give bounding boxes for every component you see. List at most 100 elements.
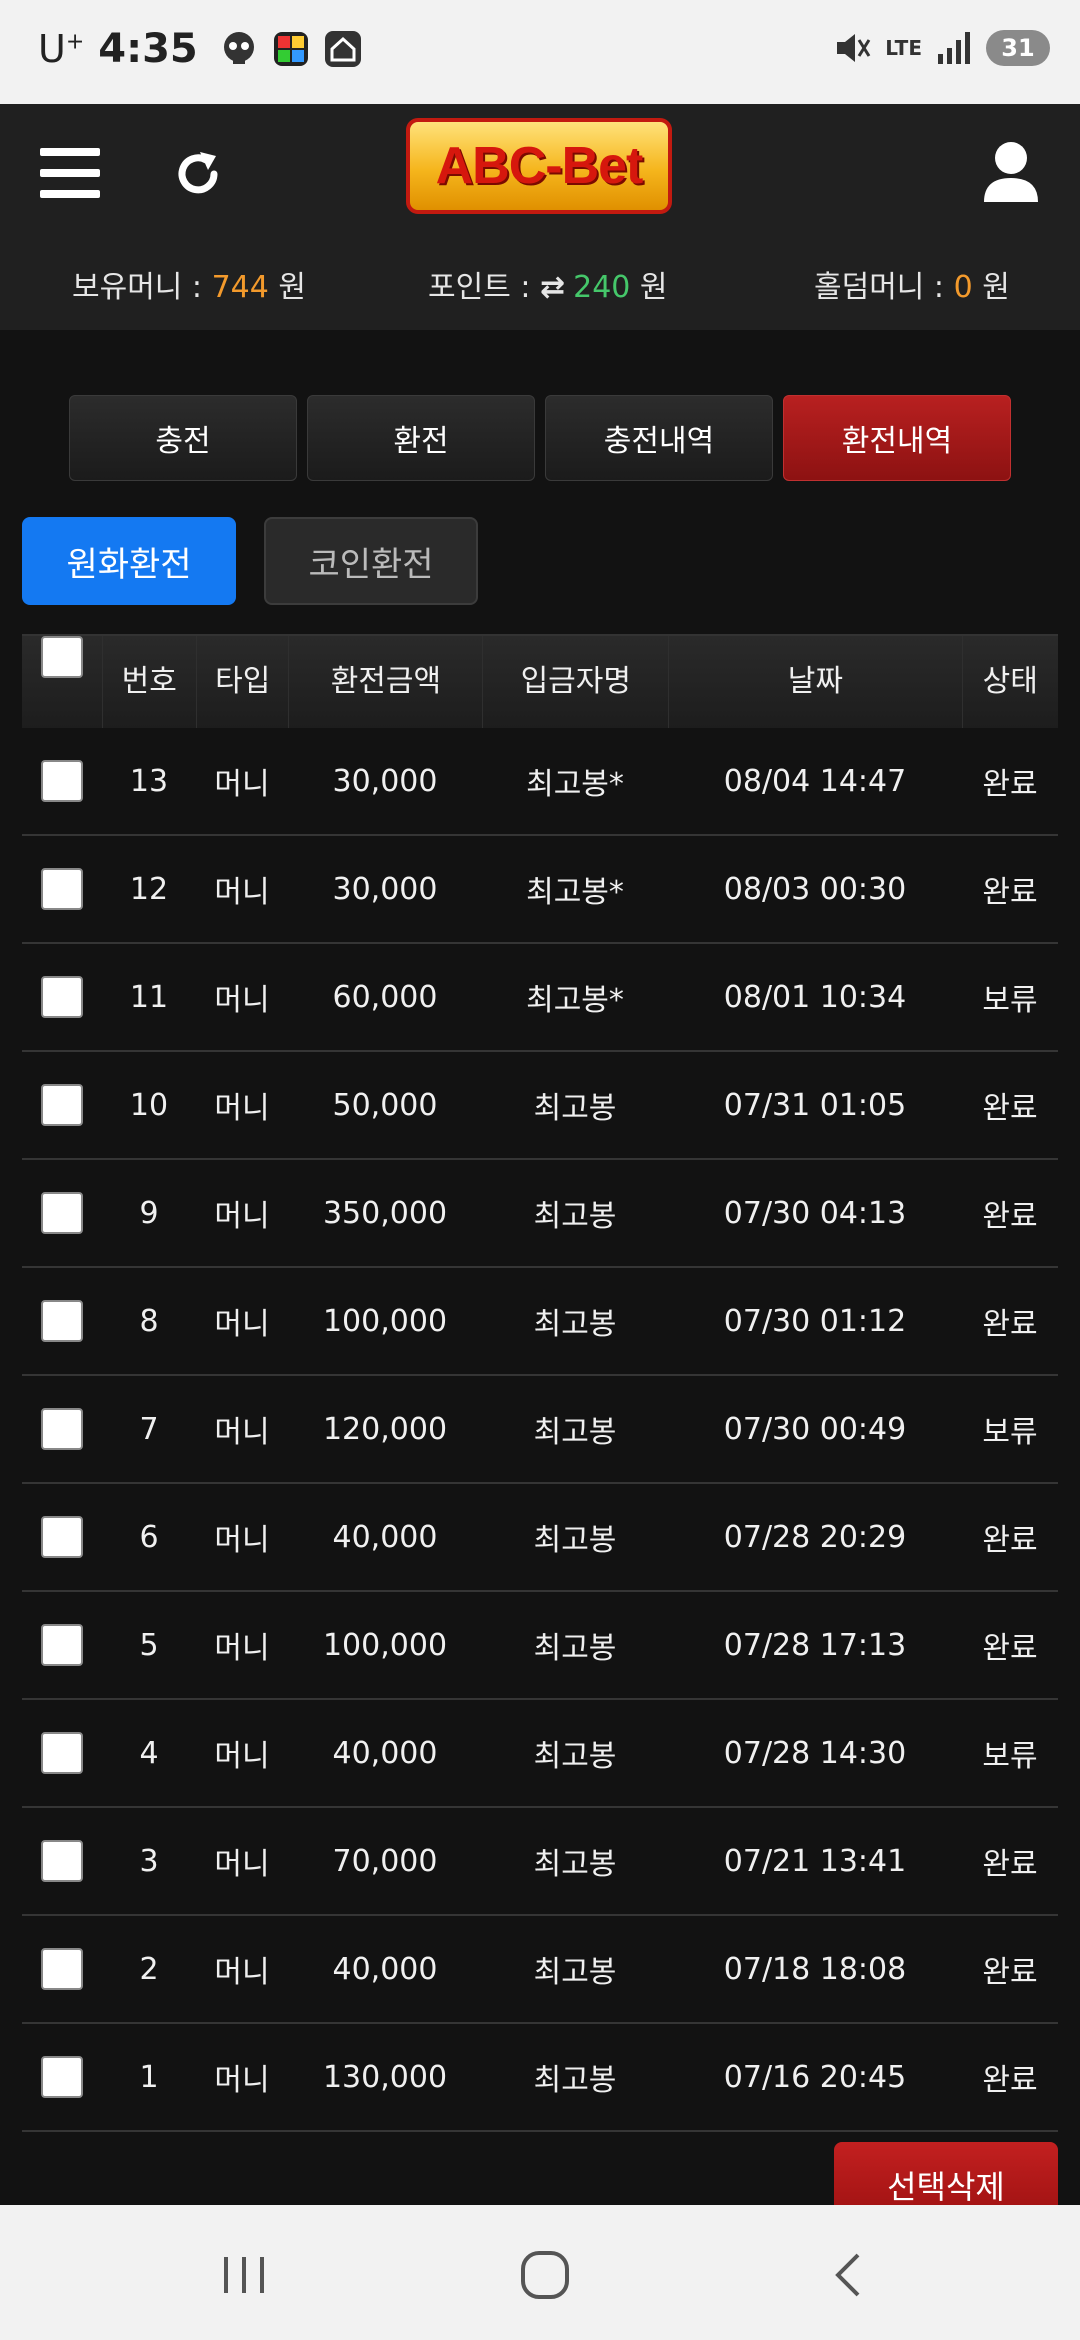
row-checkbox[interactable] [41, 1408, 83, 1450]
row-date: 08/04 14:47 [723, 763, 907, 799]
tab-withdraw[interactable]: 환전 [307, 395, 535, 481]
row-depositor: 최고봉 [533, 1307, 617, 1342]
row-status: 완료 [982, 875, 1038, 910]
row-status: 보류 [982, 1415, 1038, 1450]
row-checkbox[interactable] [41, 1732, 83, 1774]
row-amount: 100,000 [322, 1627, 448, 1663]
row-checkbox[interactable] [41, 760, 83, 802]
holdem-balance: 홀덤머니 : 0 원 [814, 270, 1010, 305]
select-all-cell [22, 636, 103, 728]
table-row: 8 머니 100,000 최고봉 07/30 01:12 완료 [22, 1268, 1058, 1376]
row-type: 머니 [214, 875, 270, 910]
brand-logo[interactable]: ABC-Bet [406, 118, 672, 214]
row-date: 07/18 18:08 [723, 1951, 907, 1987]
row-amount: 40,000 [332, 1519, 438, 1555]
row-select-cell [22, 976, 102, 1018]
row-status: 완료 [982, 1523, 1038, 1558]
row-checkbox[interactable] [41, 1084, 83, 1126]
row-checkbox[interactable] [41, 1840, 83, 1882]
row-status: 완료 [982, 1847, 1038, 1882]
user-icon[interactable] [982, 140, 1040, 204]
signal-icon [938, 32, 970, 64]
row-status: 완료 [982, 2063, 1038, 2098]
row-number: 1 [139, 2059, 159, 2095]
tab-withdraw-history[interactable]: 환전내역 [783, 395, 1011, 481]
row-type: 머니 [214, 767, 270, 802]
tab-deposit-history[interactable]: 충전내역 [545, 395, 773, 481]
table-row: 12 머니 30,000 최고봉* 08/03 00:30 완료 [22, 836, 1058, 944]
row-depositor: 최고봉 [533, 1955, 617, 1990]
row-date: 07/28 20:29 [723, 1519, 907, 1555]
balance-bar: 보유머니 : 744 원 포인트 : ⇄ 240 원 홀덤머니 : 0 원 [0, 262, 1080, 312]
row-date: 07/28 17:13 [723, 1627, 907, 1663]
back-icon[interactable] [820, 2245, 880, 2305]
row-status: 완료 [982, 1307, 1038, 1342]
row-date: 07/30 01:12 [723, 1303, 907, 1339]
skull-notification-icon [223, 32, 254, 64]
row-number: 11 [129, 979, 169, 1015]
row-amount: 120,000 [322, 1411, 448, 1447]
row-number: 7 [139, 1411, 159, 1447]
row-type: 머니 [214, 1955, 270, 1990]
row-checkbox[interactable] [41, 868, 83, 910]
column-header: 환전금액 [289, 636, 484, 728]
table-row: 4 머니 40,000 최고봉 07/28 14:30 보류 [22, 1700, 1058, 1808]
table-row: 13 머니 30,000 최고봉* 08/04 14:47 완료 [22, 728, 1058, 836]
recent-apps-icon[interactable] [214, 2245, 274, 2305]
row-amount: 30,000 [332, 871, 438, 907]
row-amount: 50,000 [332, 1087, 438, 1123]
table-row: 6 머니 40,000 최고봉 07/28 20:29 완료 [22, 1484, 1058, 1592]
row-checkbox[interactable] [41, 1300, 83, 1342]
hamburger-icon[interactable] [40, 148, 100, 200]
column-header: 타입 [197, 636, 290, 728]
subtab-krw-withdraw[interactable]: 원화환전 [22, 517, 236, 605]
home-notification-icon [324, 31, 361, 67]
row-select-cell [22, 1948, 102, 1990]
point-balance: 포인트 : ⇄ 240 원 [428, 270, 668, 305]
row-checkbox[interactable] [41, 976, 83, 1018]
table-row: 7 머니 120,000 최고봉 07/30 00:49 보류 [22, 1376, 1058, 1484]
row-type: 머니 [214, 1523, 270, 1558]
row-select-cell [22, 1408, 102, 1450]
table-row: 10 머니 50,000 최고봉 07/31 01:05 완료 [22, 1052, 1058, 1160]
row-amount: 30,000 [332, 763, 438, 799]
table-header: 번호 타입 환전금액 입금자명 날짜 상태 [22, 634, 1058, 728]
row-status: 보류 [982, 983, 1038, 1018]
home-icon[interactable] [515, 2245, 575, 2305]
row-type: 머니 [214, 1091, 270, 1126]
exchange-arrows-icon[interactable]: ⇄ [540, 270, 565, 305]
battery-indicator: 31 [986, 30, 1050, 66]
row-depositor: 최고봉 [533, 1631, 617, 1666]
row-checkbox[interactable] [41, 1516, 83, 1558]
row-number: 13 [129, 763, 169, 799]
row-type: 머니 [214, 1199, 270, 1234]
money-balance: 보유머니 : 744 원 [72, 270, 306, 305]
row-select-cell [22, 1192, 102, 1234]
app-grid-notification-icon [273, 32, 308, 66]
row-number: 4 [139, 1735, 159, 1771]
withdraw-history-table: 번호 타입 환전금액 입금자명 날짜 상태 13 머니 30,000 최고봉* 08/0… [22, 634, 1058, 2132]
row-date: 07/21 13:41 [723, 1843, 907, 1879]
row-type: 머니 [214, 983, 270, 1018]
row-checkbox[interactable] [41, 1624, 83, 1666]
row-type: 머니 [214, 1415, 270, 1450]
column-header: 날짜 [669, 636, 963, 728]
table-row: 1 머니 130,000 최고봉 07/16 20:45 완료 [22, 2024, 1058, 2132]
column-header: 상태 [982, 664, 1038, 699]
row-status: 완료 [982, 1955, 1038, 1990]
subtab-coin-withdraw[interactable]: 코인환전 [264, 517, 478, 605]
row-amount: 40,000 [332, 1735, 438, 1771]
row-status: 보류 [982, 1739, 1038, 1774]
tab-deposit[interactable]: 충전 [69, 395, 297, 481]
row-amount: 100,000 [322, 1303, 448, 1339]
refresh-icon[interactable] [170, 146, 226, 202]
row-checkbox[interactable] [41, 2056, 83, 2098]
select-all-checkbox[interactable] [40, 636, 83, 678]
row-number: 10 [129, 1087, 169, 1123]
row-checkbox[interactable] [41, 1192, 83, 1234]
row-type: 머니 [214, 1307, 270, 1342]
row-checkbox[interactable] [41, 1948, 83, 1990]
row-select-cell [22, 1732, 102, 1774]
row-amount: 60,000 [332, 979, 438, 1015]
row-number: 8 [139, 1303, 159, 1339]
